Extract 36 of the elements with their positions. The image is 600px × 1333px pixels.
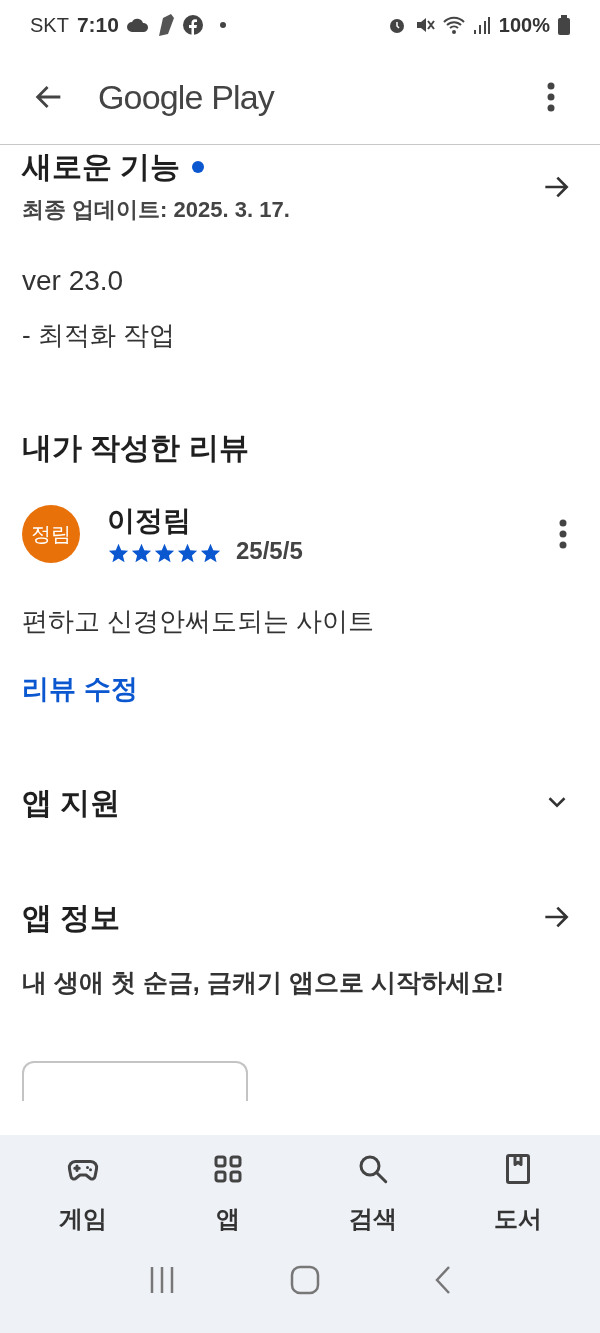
more-options-icon[interactable] <box>558 519 568 549</box>
nav-tab[interactable]: 앱 <box>172 1151 283 1237</box>
nav-tab[interactable]: 게임 <box>27 1151 138 1237</box>
mute-icon <box>414 15 435 35</box>
carrier: SKT <box>30 13 69 38</box>
section-title: 앱 정보 <box>22 899 121 936</box>
battery-level: 100% <box>498 13 550 38</box>
facebook-icon <box>182 15 203 35</box>
more-options-icon[interactable] <box>546 82 556 112</box>
nav-tab[interactable]: 검색 <box>317 1151 428 1237</box>
dot-icon <box>218 21 227 29</box>
star-icon <box>130 542 153 564</box>
app-bar-title: Google Play <box>98 76 274 118</box>
section-title: 내가 작성한 리뷰 <box>22 430 250 466</box>
section-title: 새로운 기능 <box>22 149 181 185</box>
reviewer-name: 이정림 <box>107 504 192 538</box>
signal-icon <box>472 16 491 34</box>
star-icon <box>176 542 199 564</box>
avatar: 정림 <box>22 505 80 563</box>
cloud-icon <box>126 18 149 32</box>
home-icon[interactable] <box>290 1265 320 1295</box>
star-icon <box>153 542 176 564</box>
update-date: 최종 업데이트: 2025. 3. 17. <box>22 196 290 224</box>
battery-icon <box>558 15 570 35</box>
star-icon <box>199 542 222 564</box>
edit-review-link[interactable]: 리뷰 수정 <box>22 669 138 710</box>
star-icon <box>107 542 130 564</box>
wifi-icon <box>442 15 465 35</box>
review-text: 편하고 신경안써도되는 사이트 <box>22 605 376 638</box>
review-date: 25/5/5 <box>236 538 303 564</box>
section-title: 앱 지원 <box>22 784 121 821</box>
version-text: ver 23.0 <box>22 264 125 298</box>
nav-tab[interactable]: 도서 <box>462 1151 573 1237</box>
release-notes: - 최적화 작업 <box>22 319 177 352</box>
clock: 7:10 <box>76 12 119 39</box>
app-description: 내 생애 첫 순금, 금캐기 앱으로 시작하세요! <box>22 966 505 998</box>
